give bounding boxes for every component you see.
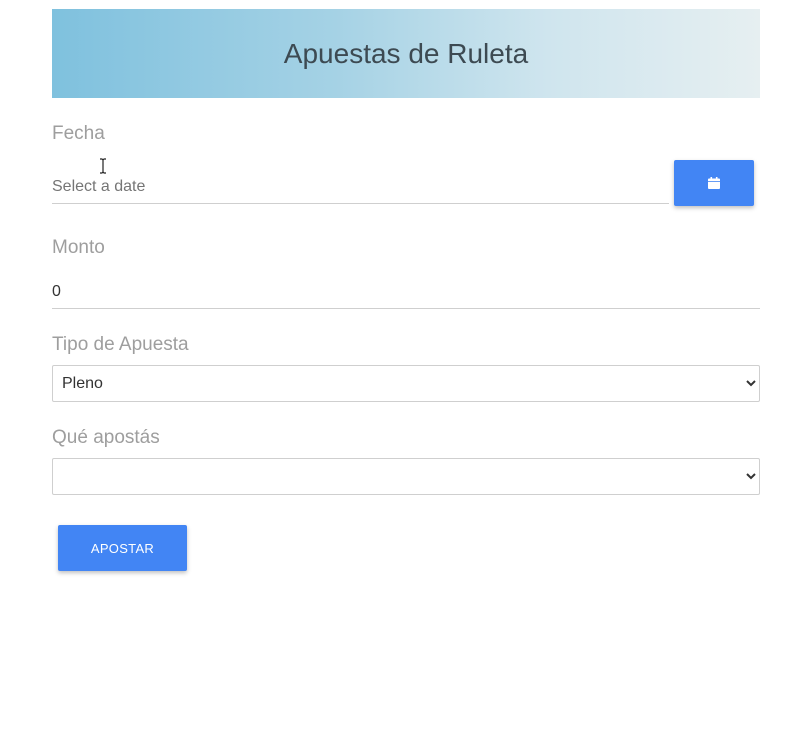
- monto-label: Monto: [52, 237, 105, 258]
- page-header: Apuestas de Ruleta: [52, 9, 760, 98]
- text-cursor-icon: [100, 158, 106, 174]
- calendar-button[interactable]: [674, 160, 754, 206]
- que-apostas-select[interactable]: [52, 458, 760, 495]
- date-input[interactable]: [52, 160, 669, 204]
- que-apostas-label: Qué apostás: [52, 427, 160, 448]
- fecha-label: Fecha: [52, 123, 105, 144]
- apostar-button[interactable]: APOSTAR: [58, 525, 187, 571]
- tipo-apuesta-label: Tipo de Apuesta: [52, 334, 189, 355]
- tipo-apuesta-select[interactable]: Pleno: [52, 365, 760, 402]
- monto-input[interactable]: [52, 275, 760, 309]
- calendar-icon: [708, 177, 720, 189]
- date-picker: [52, 160, 760, 206]
- bet-form-container: Apuestas de Ruleta Fecha Monto Tipo de A…: [52, 9, 760, 571]
- page-title: Apuestas de Ruleta: [283, 37, 529, 69]
